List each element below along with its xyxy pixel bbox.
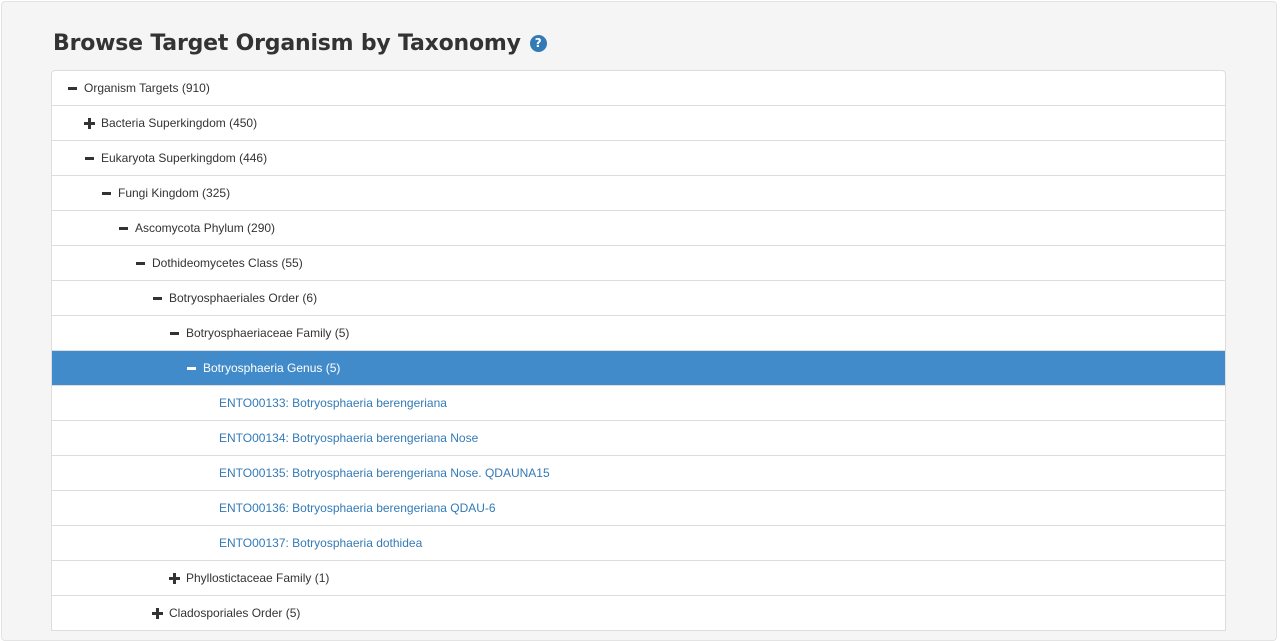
tree-node-label: Organism Targets (910)	[84, 81, 210, 95]
tree-leaf-row: ENTO00135: Botryosphaeria berengeriana N…	[52, 455, 1225, 490]
tree-node-label: Botryosphaeriales Order (6)	[169, 291, 318, 305]
organism-link[interactable]: ENTO00133: Botryosphaeria berengeriana	[219, 396, 447, 410]
plus-icon[interactable]	[83, 117, 95, 129]
tree-leaf-row: ENTO00134: Botryosphaeria berengeriana N…	[52, 420, 1225, 455]
organism-link[interactable]: ENTO00137: Botryosphaeria dothidea	[219, 536, 422, 550]
organism-link[interactable]: ENTO00136: Botryosphaeria berengeriana Q…	[219, 501, 496, 515]
tree-node-phyllostictaceae-family[interactable]: Phyllostictaceae Family (1)	[52, 560, 1225, 595]
minus-icon[interactable]	[168, 327, 180, 339]
tree-node-label: Dothideomycetes Class (55)	[152, 256, 303, 270]
tree-node-label: Botryosphaeria Genus (5)	[203, 361, 341, 375]
tree-node-bacteria-superkingdom[interactable]: Bacteria Superkingdom (450)	[52, 105, 1225, 140]
minus-icon[interactable]	[66, 82, 78, 94]
tree-leaf-row: ENTO00133: Botryosphaeria berengeriana	[52, 385, 1225, 420]
tree-node-label: Phyllostictaceae Family (1)	[186, 571, 330, 585]
tree-leaf-row: ENTO00136: Botryosphaeria berengeriana Q…	[52, 490, 1225, 525]
tree-node-organism-targets[interactable]: Organism Targets (910)	[52, 71, 1225, 105]
tree-node-botryosphaeriales-order[interactable]: Botryosphaeriales Order (6)	[52, 280, 1225, 315]
minus-icon[interactable]	[100, 187, 112, 199]
tree-node-label: Cladosporiales Order (5)	[169, 606, 301, 620]
minus-icon[interactable]	[185, 362, 197, 374]
question-circle-icon[interactable]: ?	[529, 34, 547, 52]
tree-node-fungi-kingdom[interactable]: Fungi Kingdom (325)	[52, 175, 1225, 210]
organism-link[interactable]: ENTO00134: Botryosphaeria berengeriana N…	[219, 431, 478, 445]
taxonomy-tree: Organism Targets (910) Bacteria Superkin…	[51, 70, 1226, 631]
minus-icon[interactable]	[117, 222, 129, 234]
tree-node-label: Bacteria Superkingdom (450)	[101, 116, 258, 130]
tree-node-eukaryota-superkingdom[interactable]: Eukaryota Superkingdom (446)	[52, 140, 1225, 175]
plus-icon[interactable]	[168, 572, 180, 584]
title-row: Browse Target Organism by Taxonomy ?	[53, 28, 547, 58]
tree-node-label: Ascomycota Phylum (290)	[135, 221, 276, 235]
tree-node-cladosporiales-order[interactable]: Cladosporiales Order (5)	[52, 595, 1225, 630]
minus-icon[interactable]	[151, 292, 163, 304]
minus-icon[interactable]	[83, 152, 95, 164]
tree-node-label: Eukaryota Superkingdom (446)	[101, 151, 268, 165]
tree-node-label: Fungi Kingdom (325)	[118, 186, 231, 200]
minus-icon[interactable]	[134, 257, 146, 269]
tree-leaf-row: ENTO00137: Botryosphaeria dothidea	[52, 525, 1225, 560]
tree-node-botryosphaeria-genus[interactable]: Botryosphaeria Genus (5)	[52, 350, 1225, 385]
tree-node-ascomycota-phylum[interactable]: Ascomycota Phylum (290)	[52, 210, 1225, 245]
tree-node-botryosphaeriaceae-family[interactable]: Botryosphaeriaceae Family (5)	[52, 315, 1225, 350]
organism-link[interactable]: ENTO00135: Botryosphaeria berengeriana N…	[219, 466, 550, 480]
tree-node-label: Botryosphaeriaceae Family (5)	[186, 326, 350, 340]
tree-node-dothideomycetes-class[interactable]: Dothideomycetes Class (55)	[52, 245, 1225, 280]
plus-icon[interactable]	[151, 607, 163, 619]
page-title: Browse Target Organism by Taxonomy	[53, 30, 521, 56]
